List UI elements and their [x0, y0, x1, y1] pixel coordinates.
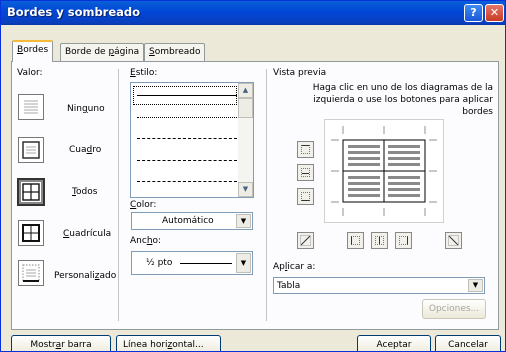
inside-horizontal-border-button[interactable]	[297, 164, 314, 181]
width-preview-line	[180, 263, 232, 264]
width-combobox[interactable]: ½ pto ▼	[131, 251, 253, 275]
valor-label: Valor:	[17, 68, 43, 78]
setting-custom-icon[interactable]	[18, 260, 44, 286]
scroll-up-button[interactable]: ▲	[238, 83, 253, 98]
borders-shading-dialog: Bordes y sombreado ? ✕ Bordes Borde de p…	[0, 0, 506, 352]
style-dash-dot[interactable]	[137, 181, 237, 182]
setting-all-icon[interactable]	[17, 178, 45, 206]
scroll-down-button[interactable]: ▼	[238, 182, 253, 197]
options-button[interactable]: Opciones...	[422, 299, 486, 319]
setting-label-todos: Todos	[72, 187, 98, 197]
width-dropdown-button[interactable]: ▼	[236, 253, 251, 273]
setting-label-ninguno: Ninguno	[67, 104, 105, 114]
style-dotted[interactable]	[137, 117, 237, 118]
inside-vertical-border-button[interactable]	[371, 232, 388, 249]
apply-to-combobox[interactable]: Tabla ▼	[273, 277, 485, 294]
setting-label-personalizado: Personalizado	[54, 271, 117, 281]
setting-label-cuadro: Cuadro	[69, 145, 102, 155]
style-listbox[interactable]: ▲ ▼	[130, 82, 254, 198]
color-dropdown-button[interactable]: ▼	[236, 214, 251, 228]
color-combobox[interactable]: Automático ▼	[131, 212, 253, 230]
preview-label: Vista previa	[273, 68, 327, 78]
color-value: Automático	[162, 216, 214, 226]
right-border-button[interactable]	[395, 232, 412, 249]
horizontal-line-button[interactable]: Línea horizontal...	[116, 335, 221, 351]
bottom-border-button[interactable]	[297, 188, 314, 205]
diagonal-up-border-button[interactable]	[445, 232, 462, 249]
top-border-button[interactable]	[297, 141, 314, 158]
setting-box-icon[interactable]	[18, 137, 44, 163]
cancel-button[interactable]: Cancelar	[435, 335, 501, 351]
setting-grid-icon[interactable]	[18, 220, 44, 246]
estilo-label: Estilo:	[130, 68, 158, 78]
preview-hint: Haga clic en uno de los diagramas de la …	[312, 83, 493, 117]
ancho-label: Ancho:	[130, 236, 162, 246]
setting-none-icon[interactable]	[18, 94, 44, 120]
style-solid[interactable]	[137, 95, 237, 96]
scroll-thumb[interactable]	[238, 98, 253, 118]
apply-to-label: Aplicar a:	[273, 262, 316, 272]
show-toolbar-button[interactable]: Mostrar barra	[11, 335, 111, 351]
border-preview-diagram[interactable]	[324, 119, 444, 223]
style-dashed[interactable]	[137, 160, 237, 161]
left-border-button[interactable]	[347, 232, 364, 249]
accept-button[interactable]: Aceptar	[357, 335, 431, 351]
column-divider-2	[266, 69, 267, 321]
apply-to-dropdown-button[interactable]: ▼	[468, 279, 483, 292]
column-divider	[118, 69, 119, 321]
diagonal-down-border-button[interactable]	[297, 232, 314, 249]
style-dashed-short[interactable]	[137, 138, 237, 139]
width-value: ½ pto	[146, 258, 173, 268]
setting-label-cuadricula: Cuadrícula	[63, 229, 112, 239]
bordes-content: Valor: Ninguno Cuadro Todos Cuadrícula P…	[1, 1, 505, 351]
apply-to-value: Tabla	[277, 281, 301, 291]
style-scrollbar[interactable]: ▲ ▼	[238, 83, 253, 197]
color-label: Color:	[130, 200, 157, 210]
